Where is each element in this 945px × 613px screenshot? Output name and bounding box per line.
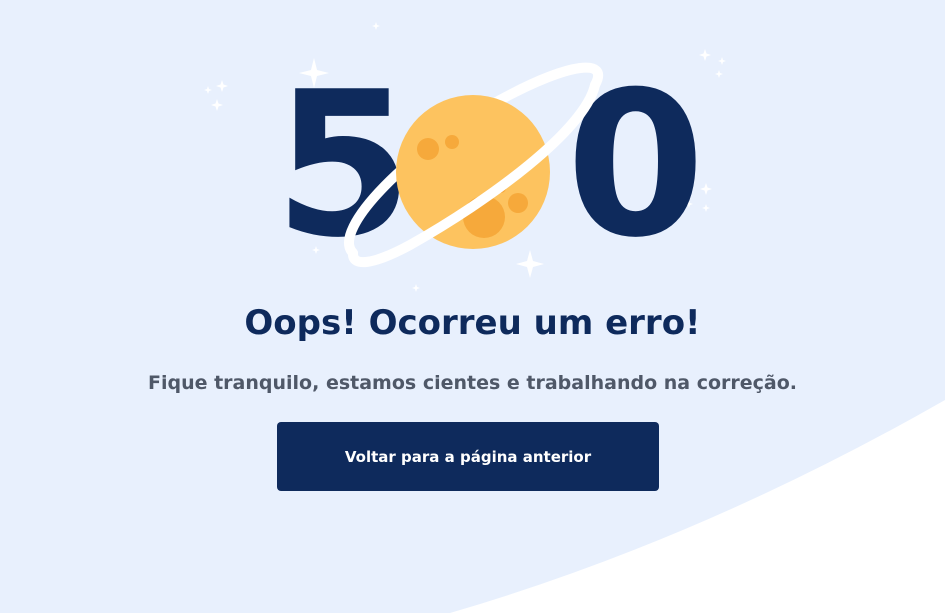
error-message: Fique tranquilo, estamos cientes e traba… bbox=[147, 372, 798, 394]
sparkle-icon bbox=[216, 80, 228, 92]
error-code-first-digit: 5 bbox=[274, 49, 414, 282]
error-title: Oops! Ocorreu um erro! bbox=[244, 303, 701, 343]
sparkle-icon bbox=[412, 284, 420, 292]
sparkle-icon bbox=[211, 99, 223, 111]
sparkle-icon bbox=[718, 57, 726, 65]
sparkle-icon bbox=[204, 86, 212, 94]
sparkle-icon bbox=[715, 70, 723, 78]
sparkle-icon bbox=[516, 250, 544, 278]
back-button[interactable]: Voltar para a página anterior bbox=[277, 422, 659, 491]
error-code-last-digit: 0 bbox=[566, 49, 706, 282]
sparkle-icon bbox=[372, 22, 380, 30]
